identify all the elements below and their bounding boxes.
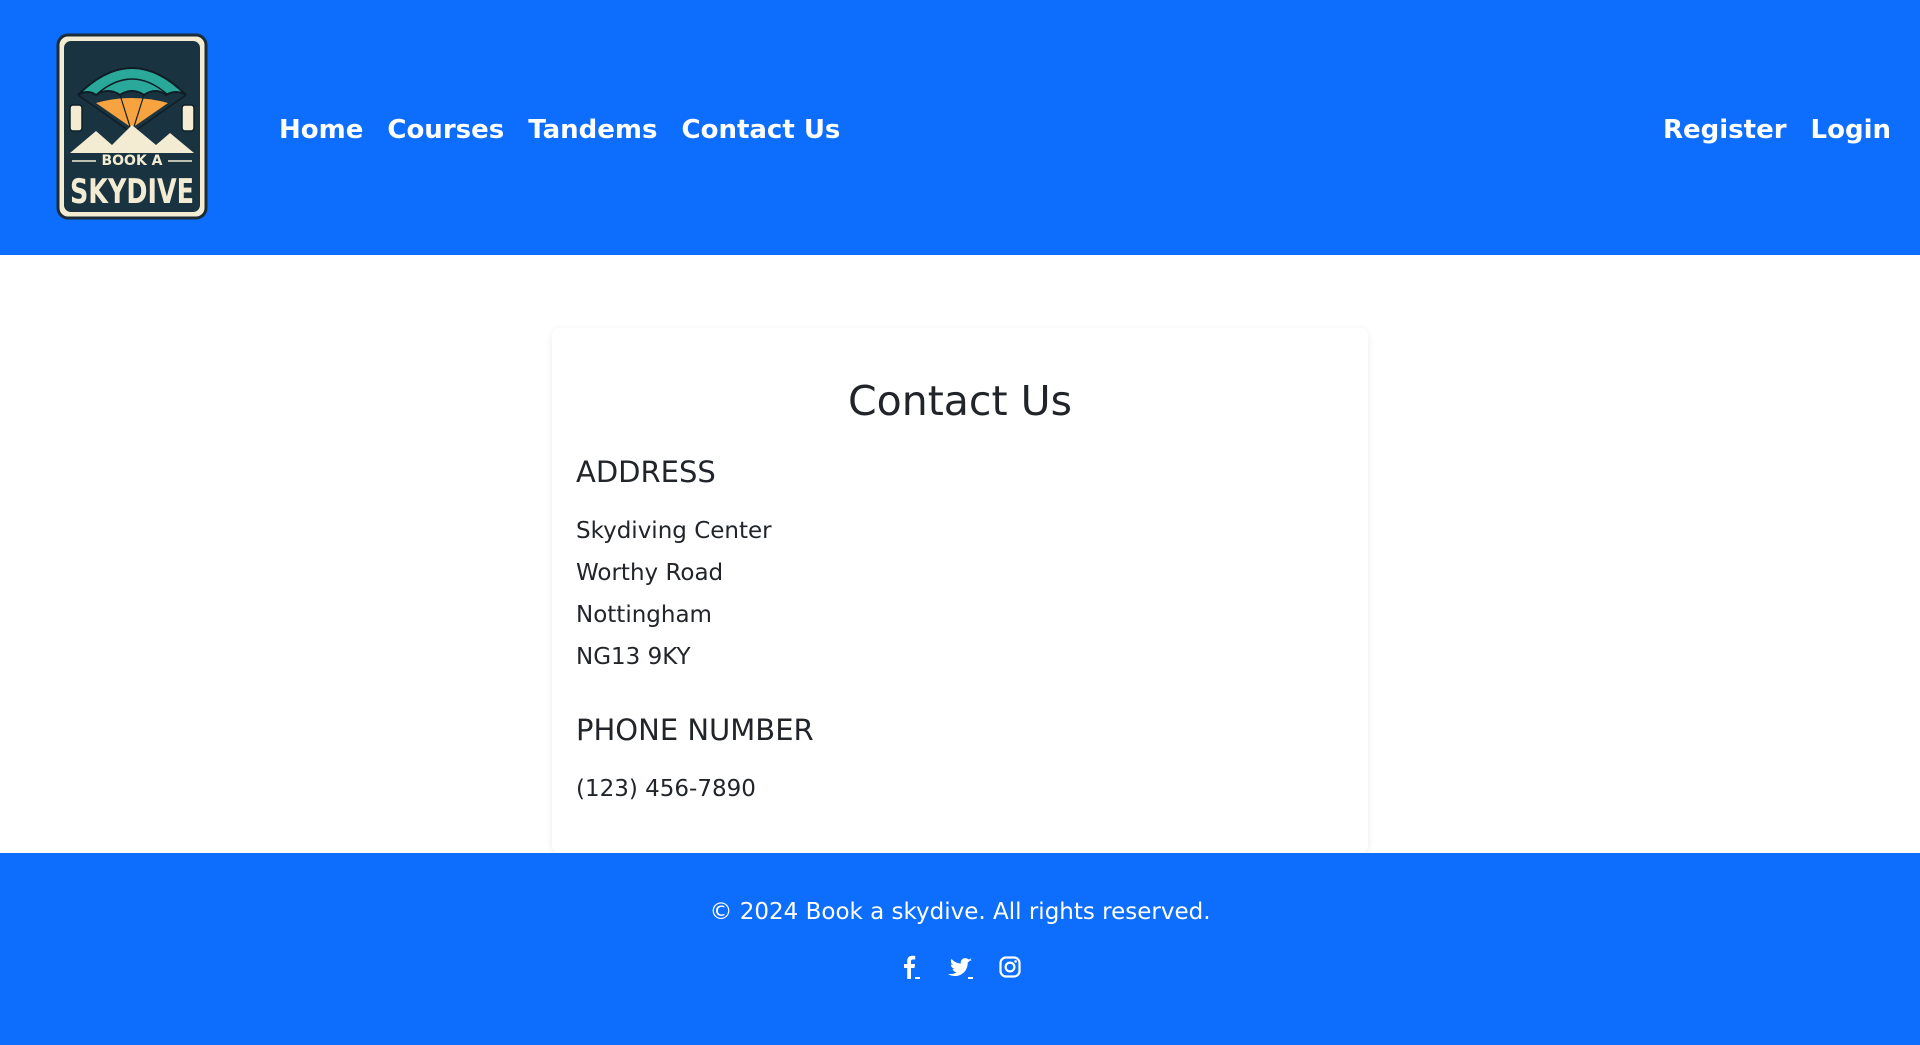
- twitter-icon[interactable]: [946, 953, 974, 981]
- contact-card: Contact Us ADDRESS Skydiving Center Wort…: [552, 328, 1368, 853]
- nav-home-link[interactable]: Home: [279, 110, 363, 150]
- phone-block: (123) 456-7890: [576, 768, 1344, 810]
- instagram-icon[interactable]: [996, 953, 1024, 981]
- book-a-skydive-logo[interactable]: BOOK A SKYDIVE: [56, 33, 208, 220]
- logo-main-text: SKYDIVE: [70, 172, 194, 212]
- phone-heading: PHONE NUMBER: [576, 713, 814, 747]
- page-title: Contact Us: [848, 377, 1072, 425]
- address-heading: ADDRESS: [576, 455, 716, 489]
- address-line: NG13 9KY: [576, 644, 691, 670]
- address-line: Worthy Road: [576, 560, 724, 586]
- address-line: Skydiving Center: [576, 518, 772, 544]
- account-nav: Register Login: [1663, 110, 1891, 150]
- nav-login-link[interactable]: Login: [1811, 110, 1891, 150]
- copyright-text: © 2024 Book a skydive. All rights reserv…: [709, 899, 1211, 925]
- site-footer: © 2024 Book a skydive. All rights reserv…: [0, 853, 1920, 1045]
- main-nav: Home Courses Tandems Contact Us: [279, 110, 840, 150]
- nav-tandems-link[interactable]: Tandems: [528, 110, 657, 150]
- facebook-icon[interactable]: [896, 953, 924, 981]
- address-line: Nottingham: [576, 602, 712, 628]
- social-links: [0, 953, 1920, 981]
- logo-top-text: BOOK A: [101, 153, 162, 169]
- site-header: BOOK A SKYDIVE Home Courses Tandems Cont…: [0, 0, 1920, 255]
- nav-courses-link[interactable]: Courses: [387, 110, 504, 150]
- nav-contact-us-link[interactable]: Contact Us: [682, 110, 841, 150]
- nav-register-link[interactable]: Register: [1663, 110, 1787, 150]
- phone-number: (123) 456-7890: [576, 776, 756, 802]
- address-block: Skydiving Center Worthy Road Nottingham …: [576, 510, 1344, 678]
